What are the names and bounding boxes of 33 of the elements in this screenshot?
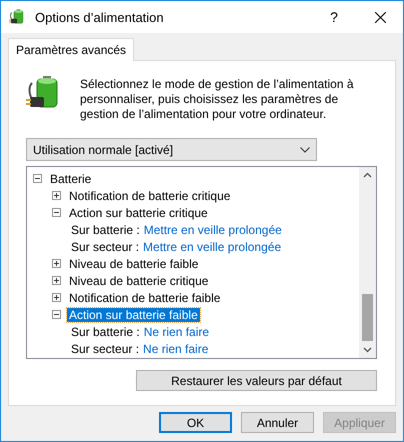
collapse-icon[interactable] [52,310,61,319]
dialog-button[interactable]: Annuler [241,412,314,433]
tree-item[interactable]: Action sur batterie faible [67,308,200,322]
expand-icon[interactable] [52,191,61,200]
expand-icon[interactable] [52,259,61,268]
expand-icon[interactable] [52,276,61,285]
help-button[interactable]: ? [311,9,357,25]
setting-value-link[interactable]: Ne rien faire [143,342,208,356]
tree-item[interactable]: Notification de batterie faible [67,290,222,304]
setting-label: Sur batterie : [71,324,140,338]
setting-value-link[interactable]: Mettre en veille prolongée [144,222,282,236]
window-title: Options d’alimentation [35,10,165,24]
tree-item[interactable]: Niveau de batterie faible [67,256,200,270]
setting-value-link[interactable]: Mettre en veille prolongée [143,240,282,254]
setting-label: Sur secteur : [71,240,140,254]
intro-text: Sélectionnez le mode de gestion de l’alimentation à personnaliser, puis choisissez les paramètres de gestion de l’alimentation pour votre ordinateur. [80,77,355,122]
tree-item[interactable]: Batterie [48,172,94,186]
scrollbar[interactable] [359,167,376,358]
collapse-icon[interactable] [52,208,61,217]
chevron-down-icon [300,146,310,152]
setting-value-link[interactable]: Ne rien faire [144,324,210,338]
dialog-button[interactable]: OK [159,412,232,433]
tree-item[interactable]: Action sur batterie critique [67,206,210,220]
plan-dropdown[interactable]: Utilisation normale [activé] [26,138,317,161]
tree-item[interactable]: Niveau de batterie critique [67,274,210,288]
collapse-icon[interactable] [33,174,42,183]
setting-label: Sur secteur : [71,342,140,356]
tree-item[interactable]: Notification de batterie critique [67,188,232,202]
scrollbar-thumb[interactable] [362,294,373,341]
setting-label: Sur batterie : [71,222,140,236]
restore-defaults-button[interactable]: Restaurer les valeurs par défaut [136,370,377,391]
tab[interactable]: Paramètres avancés [8,38,134,61]
expand-icon[interactable] [52,293,61,302]
